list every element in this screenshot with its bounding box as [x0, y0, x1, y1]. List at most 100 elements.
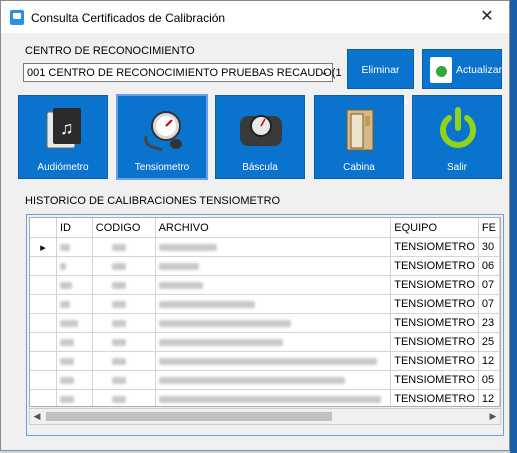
tensiometro-button[interactable]: Tensiometro — [116, 94, 208, 180]
background-desktop — [510, 0, 517, 453]
cell-fecha: 07 — [478, 275, 500, 295]
cell-fecha: 05 — [478, 370, 500, 390]
cell-codigo-redacted — [92, 294, 156, 314]
cell-codigo-redacted — [92, 389, 156, 406]
cell-equipo: TENSIOMETRO — [390, 256, 479, 276]
cell-codigo-redacted — [92, 256, 156, 276]
col-id[interactable]: ID — [56, 218, 93, 238]
cell-fecha: 06 — [478, 256, 500, 276]
tensiometro-label: Tensiometro — [134, 162, 190, 173]
cell-id-redacted — [56, 275, 93, 295]
cell-fecha: 12 — [478, 351, 500, 371]
cell-codigo-redacted — [92, 351, 156, 371]
cell-archivo-redacted — [155, 389, 392, 406]
speaker-icon: ♫ — [46, 108, 81, 149]
scale-icon — [240, 115, 282, 146]
cell-id-redacted — [56, 237, 93, 257]
audiometro-label: Audiómetro — [37, 162, 89, 173]
cell-archivo-redacted — [155, 294, 392, 314]
cell-archivo-redacted — [155, 332, 392, 352]
window-title: Consulta Certificados de Calibración — [31, 11, 226, 25]
history-grid[interactable]: ID CODIGO ARCHIVO EQUIPO FE ▸ TENSIOMETR… — [29, 217, 501, 407]
cell-equipo: TENSIOMETRO — [390, 389, 479, 406]
cell-fecha: 25 — [478, 332, 500, 352]
history-table: ID CODIGO ARCHIVO EQUIPO FE ▸ TENSIOMETR… — [30, 218, 500, 406]
cell-equipo: TENSIOMETRO — [390, 294, 479, 314]
power-icon — [440, 107, 476, 148]
col-archivo[interactable]: ARCHIVO — [155, 218, 392, 238]
refresh-icon — [430, 57, 452, 83]
col-fecha[interactable]: FE — [478, 218, 500, 238]
eliminar-line1: Eliminar — [361, 64, 400, 76]
salir-button[interactable]: Salir — [412, 95, 502, 179]
cell-codigo-redacted — [92, 332, 156, 352]
cell-fecha: 12 — [478, 389, 500, 406]
title-bar: Consulta Certificados de Calibración ✕ — [1, 1, 509, 33]
cell-id-redacted — [56, 313, 93, 333]
cell-equipo: TENSIOMETRO — [390, 313, 479, 333]
col-codigo[interactable]: CODIGO — [92, 218, 156, 238]
cell-codigo-redacted — [92, 370, 156, 390]
cell-archivo-redacted — [155, 275, 392, 295]
main-window: Consulta Certificados de Calibración ✕ C… — [0, 0, 510, 451]
bascula-label: Báscula — [242, 162, 278, 173]
table-header-row: ID CODIGO ARCHIVO EQUIPO FE — [30, 218, 500, 238]
cell-codigo-redacted — [92, 237, 156, 257]
history-grid-container: ID CODIGO ARCHIVO EQUIPO FE ▸ TENSIOMETR… — [26, 214, 504, 436]
audiometro-button[interactable]: ♫ Audiómetro — [18, 95, 108, 179]
centro-select[interactable]: 001 CENTRO DE RECONOCIMIENTO PRUEBAS REC… — [23, 63, 342, 82]
actualizar-button[interactable]: Actualizar — [422, 49, 502, 89]
row-selector-icon[interactable]: ▸ — [30, 237, 57, 257]
close-button[interactable]: ✕ — [469, 3, 505, 31]
cell-id-redacted — [56, 332, 93, 352]
cell-equipo: TENSIOMETRO — [390, 237, 479, 257]
centro-selected-value: 001 CENTRO DE RECONOCIMIENTO PRUEBAS REC… — [27, 67, 342, 79]
salir-label: Salir — [446, 162, 467, 173]
cell-id-redacted — [56, 389, 93, 406]
table-row[interactable]: TENSIOMETRO 12 — [30, 389, 500, 406]
chevron-down-icon[interactable]: ⌄ — [320, 65, 329, 78]
row-header-corner — [30, 218, 57, 238]
cell-fecha: 07 — [478, 294, 500, 314]
cabina-label: Cabina — [343, 162, 375, 173]
table-row[interactable]: TENSIOMETRO 07 — [30, 294, 500, 314]
cell-equipo: TENSIOMETRO — [390, 275, 479, 295]
table-row[interactable]: ▸ TENSIOMETRO 30 — [30, 237, 500, 257]
actualizar-label: Actualizar — [456, 64, 503, 76]
table-row[interactable]: TENSIOMETRO 25 — [30, 332, 500, 352]
cell-codigo-redacted — [92, 313, 156, 333]
cell-equipo: TENSIOMETRO — [390, 370, 479, 390]
blood-pressure-icon — [144, 111, 182, 152]
app-icon — [10, 10, 24, 25]
history-title: HISTORICO DE CALIBRACIONES TENSIOMETRO — [25, 195, 281, 207]
cabina-button[interactable]: Cabina — [314, 95, 404, 179]
cell-equipo: TENSIOMETRO — [390, 351, 479, 371]
cell-archivo-redacted — [155, 256, 392, 276]
centro-label: CENTRO DE RECONOCIMIENTO — [25, 45, 195, 57]
scroll-thumb[interactable] — [46, 412, 332, 421]
horizontal-scrollbar[interactable]: ◀ ▶ — [29, 408, 501, 425]
cabin-icon — [346, 109, 374, 151]
scroll-left-icon[interactable]: ◀ — [30, 409, 44, 424]
cell-archivo-redacted — [155, 237, 392, 257]
cell-fecha: 23 — [478, 313, 500, 333]
scroll-right-icon[interactable]: ▶ — [486, 409, 500, 424]
table-row[interactable]: TENSIOMETRO 07 — [30, 275, 500, 295]
cell-id-redacted — [56, 351, 93, 371]
cell-id-redacted — [56, 256, 93, 276]
cell-equipo: TENSIOMETRO — [390, 332, 479, 352]
cell-archivo-redacted — [155, 313, 392, 333]
cell-archivo-redacted — [155, 370, 392, 390]
col-equipo[interactable]: EQUIPO — [390, 218, 479, 238]
cell-id-redacted — [56, 294, 93, 314]
table-row[interactable]: TENSIOMETRO 05 — [30, 370, 500, 390]
svg-text:♫: ♫ — [60, 118, 74, 138]
eliminar-temporales-button[interactable]: EliminarTemporales — [347, 49, 414, 107]
table-row[interactable]: TENSIOMETRO 23 — [30, 313, 500, 333]
cell-archivo-redacted — [155, 351, 392, 371]
bascula-button[interactable]: Báscula — [215, 95, 305, 179]
table-row[interactable]: TENSIOMETRO 12 — [30, 351, 500, 371]
table-row[interactable]: TENSIOMETRO 06 — [30, 256, 500, 276]
cell-fecha: 30 — [478, 237, 500, 257]
cell-id-redacted — [56, 370, 93, 390]
